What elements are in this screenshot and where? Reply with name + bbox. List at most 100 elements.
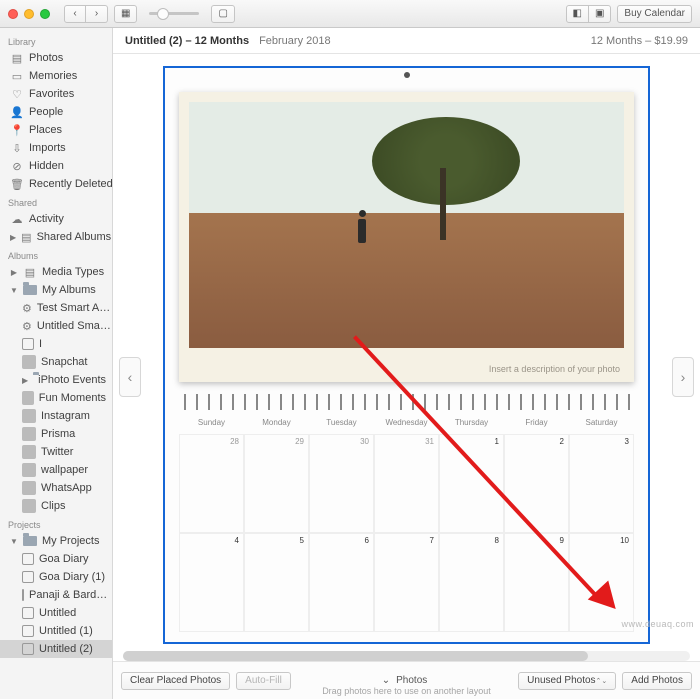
next-page-button[interactable]: ›: [672, 357, 694, 397]
photo-caption-placeholder[interactable]: Insert a description of your photo: [489, 364, 620, 374]
document-header: Untitled (2) – 12 Months February 2018 1…: [113, 28, 700, 54]
sidebar-section-albums: Albums: [0, 246, 112, 263]
calendar-cell[interactable]: 2: [504, 434, 569, 533]
horizontal-scrollbar[interactable]: [123, 651, 690, 661]
date-label: 3: [625, 437, 629, 446]
calendar-cell[interactable]: 31: [374, 434, 439, 533]
sidebar-item-label: Memories: [29, 70, 77, 82]
calendar-cell[interactable]: 7: [374, 533, 439, 632]
calendar-cell[interactable]: 29: [244, 434, 309, 533]
sidebar-section-shared: Shared: [0, 193, 112, 210]
chevron-right-icon[interactable]: ▶: [10, 268, 18, 277]
sidebar-item-label: wallpaper: [41, 464, 88, 476]
album-thumb-icon: [22, 391, 34, 405]
calendar-header-row: Sunday Monday Tuesday Wednesday Thursday…: [179, 416, 634, 434]
sidebar-item-imports[interactable]: ⇩Imports: [0, 139, 112, 157]
calendar-row: 4 5 6 7 8 9 10: [179, 533, 634, 632]
sidebar-item-goa-diary-1[interactable]: Goa Diary (1): [0, 568, 112, 586]
project-icon: [22, 553, 34, 565]
chevron-down-icon[interactable]: ▼: [10, 537, 18, 546]
calendar-cell[interactable]: 9: [504, 533, 569, 632]
sidebar-item-my-albums[interactable]: ▼My Albums: [0, 281, 112, 299]
thumb-size-small-icon[interactable]: ▦: [114, 5, 137, 23]
minimize-window-button[interactable]: [24, 9, 34, 19]
sidebar-item-activity[interactable]: ☁ Activity: [0, 210, 112, 228]
sidebar-item-whatsapp[interactable]: WhatsApp: [0, 479, 112, 497]
album-thumb-icon: [22, 427, 36, 441]
sidebar-item-snapchat[interactable]: Snapchat: [0, 353, 112, 371]
project-icon: [22, 589, 24, 601]
sidebar-item-photos[interactable]: ▤Photos: [0, 49, 112, 67]
sidebar-item-i[interactable]: I: [0, 335, 112, 353]
sidebar-item-media-types[interactable]: ▶▤Media Types: [0, 263, 112, 281]
prev-page-button[interactable]: ‹: [119, 357, 141, 397]
sidebar-item-label: Untitled Sma…: [37, 320, 111, 332]
trash-icon: 🗑: [10, 177, 24, 191]
album-thumb-icon: [22, 481, 36, 495]
photos-label: Photos: [396, 675, 427, 686]
sidebar-item-iphoto-events[interactable]: ▶iPhoto Events: [0, 371, 112, 389]
sidebar-item-untitled-smart[interactable]: ⚙Untitled Sma…: [0, 317, 112, 335]
thumb-size-large-icon[interactable]: ▢: [211, 5, 234, 23]
memories-icon: ▭: [10, 69, 24, 83]
sidebar-item-clips[interactable]: Clips: [0, 497, 112, 515]
sidebar-item-people[interactable]: 👤People: [0, 103, 112, 121]
sidebar-item-untitled-2[interactable]: Untitled (2): [0, 640, 112, 658]
folder-icon: [23, 536, 37, 546]
buy-calendar-button[interactable]: Buy Calendar: [617, 5, 692, 23]
zoom-window-button[interactable]: [40, 9, 50, 19]
sidebar-item-panaji[interactable]: Panaji & Bard…: [0, 586, 112, 604]
project-icon: [22, 625, 34, 637]
day-header: Sunday: [179, 416, 244, 434]
placed-photo[interactable]: [189, 102, 624, 348]
thumbnail-slider[interactable]: [149, 12, 199, 15]
calendar-cell[interactable]: 3: [569, 434, 634, 533]
calendar-cell[interactable]: 8: [439, 533, 504, 632]
sidebar-item-label: Test Smart A…: [37, 302, 110, 314]
split-view-button[interactable]: ◧: [566, 5, 589, 23]
sidebar-item-goa-diary[interactable]: Goa Diary: [0, 550, 112, 568]
sidebar-item-test-smart[interactable]: ⚙Test Smart A…: [0, 299, 112, 317]
sidebar-item-favorites[interactable]: ♡Favorites: [0, 85, 112, 103]
calendar-cell[interactable]: 4: [179, 533, 244, 632]
sidebar-item-places[interactable]: 📍Places: [0, 121, 112, 139]
sidebar-item-label: Instagram: [41, 410, 90, 422]
calendar-cell[interactable]: 10: [569, 533, 634, 632]
chevron-right-icon[interactable]: ▶: [22, 376, 28, 385]
scrollbar-thumb[interactable]: [123, 651, 588, 661]
photo-frame[interactable]: Insert a description of your photo: [179, 92, 634, 382]
sidebar-item-label: People: [29, 106, 63, 118]
chevron-down-icon[interactable]: ▼: [10, 286, 18, 295]
date-label: 2: [560, 437, 564, 446]
date-label: 28: [230, 437, 239, 446]
sidebar-item-memories[interactable]: ▭ Memories: [0, 67, 112, 85]
cloud-icon: ☁: [10, 212, 24, 226]
calendar-page[interactable]: Insert a description of your photo Sunda…: [163, 66, 650, 644]
sidebar-item-instagram[interactable]: Instagram: [0, 407, 112, 425]
sidebar-item-label: Hidden: [29, 160, 64, 172]
calendar-cell[interactable]: 6: [309, 533, 374, 632]
sidebar-item-untitled-1[interactable]: Untitled (1): [0, 622, 112, 640]
photos-drawer-toggle[interactable]: ⌄ Photos: [297, 675, 512, 686]
close-window-button[interactable]: [8, 9, 18, 19]
sidebar-item-wallpaper[interactable]: wallpaper: [0, 461, 112, 479]
project-icon: [22, 607, 34, 619]
sidebar-item-hidden[interactable]: ⊘Hidden: [0, 157, 112, 175]
calendar-cell[interactable]: 5: [244, 533, 309, 632]
single-view-button[interactable]: ▣: [589, 5, 611, 23]
chevron-right-icon[interactable]: ▶: [10, 233, 16, 242]
sidebar-item-label: Activity: [29, 213, 64, 225]
back-button[interactable]: ‹: [64, 5, 86, 23]
sidebar-item-my-projects[interactable]: ▼My Projects: [0, 532, 112, 550]
sidebar-item-shared-albums[interactable]: ▶▤Shared Albums: [0, 228, 112, 246]
sidebar-item-recently-deleted[interactable]: 🗑Recently Deleted: [0, 175, 112, 193]
calendar-cell[interactable]: 28: [179, 434, 244, 533]
sidebar-item-fun-moments[interactable]: Fun Moments: [0, 389, 112, 407]
sidebar-item-label: Photos: [29, 52, 63, 64]
sidebar-item-twitter[interactable]: Twitter: [0, 443, 112, 461]
forward-button[interactable]: ›: [86, 5, 108, 23]
sidebar-item-label: Snapchat: [41, 356, 87, 368]
calendar-cell[interactable]: 30: [309, 434, 374, 533]
sidebar-item-prisma[interactable]: Prisma: [0, 425, 112, 443]
sidebar-item-untitled[interactable]: Untitled: [0, 604, 112, 622]
